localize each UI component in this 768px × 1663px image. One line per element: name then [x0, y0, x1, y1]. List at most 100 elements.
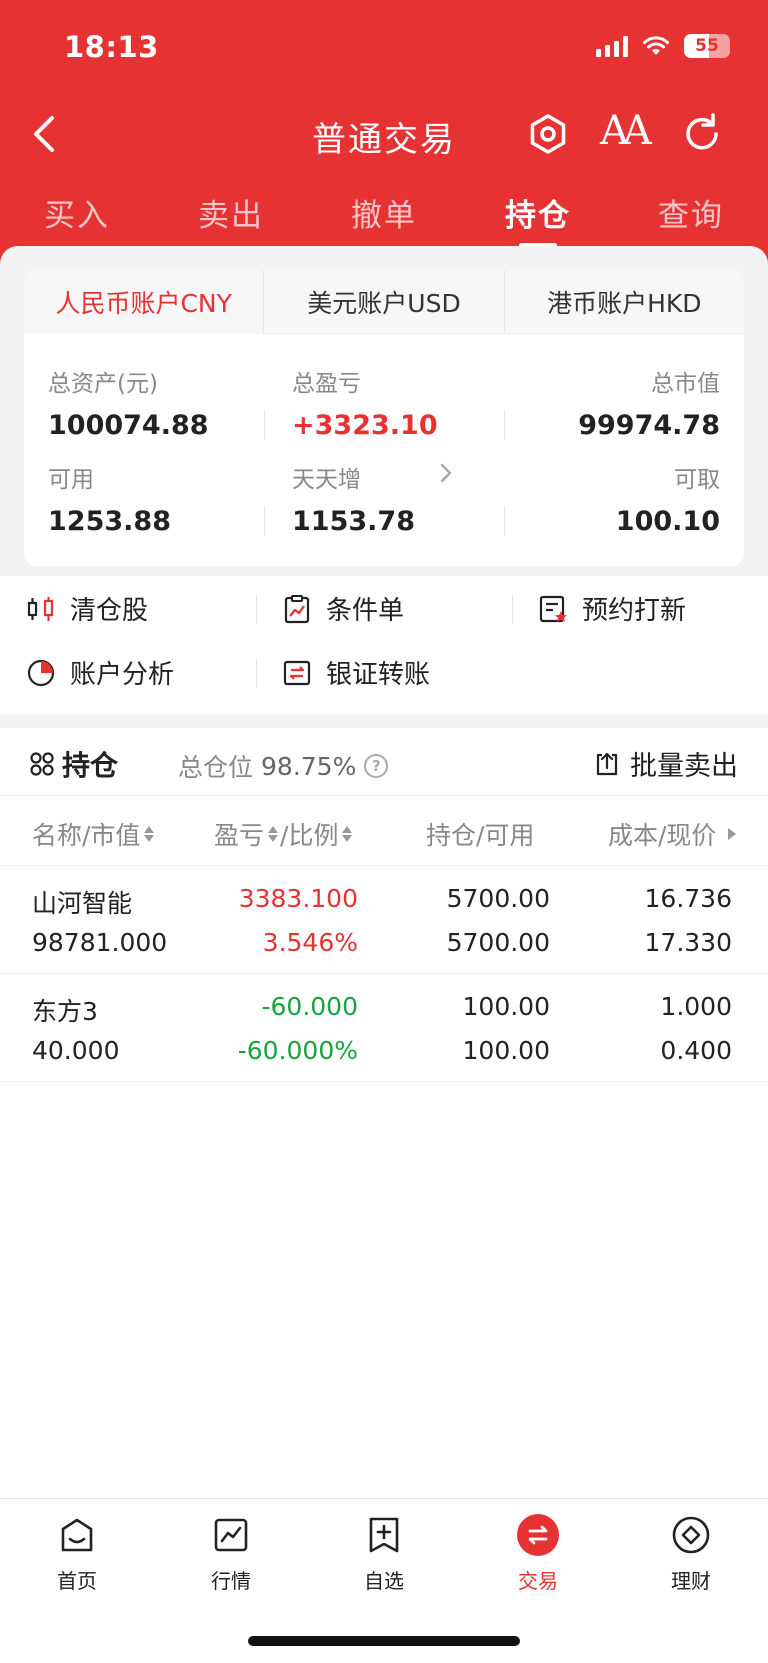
divider: [264, 410, 265, 440]
market-chart-icon: [214, 1518, 248, 1552]
bank-transfer-label: 银证转账: [326, 660, 431, 690]
position-ratio: 总仓位 98.75% ?: [178, 748, 389, 784]
table-row[interactable]: 东方3 40.000 -60.000 -60.000% 100.00 100.0…: [0, 974, 768, 1082]
divider: [504, 506, 505, 536]
tab-sell[interactable]: 卖出: [154, 190, 308, 235]
tab-account-cny[interactable]: 人民币账户CNY: [24, 270, 264, 334]
trade-icon: [517, 1514, 559, 1556]
nav-wealth[interactable]: 理财: [614, 1513, 768, 1594]
nav-trade[interactable]: 交易: [461, 1513, 615, 1594]
col-name-label: 名称/市值: [32, 821, 141, 850]
battery-level: 55: [695, 36, 719, 56]
nav-watchlist[interactable]: 自选: [307, 1513, 461, 1594]
account-analysis-button[interactable]: 账户分析: [26, 654, 174, 691]
stock-available: 100.00: [462, 1036, 550, 1065]
col-ratio-label: /比例: [280, 821, 339, 850]
refresh-icon[interactable]: [680, 112, 724, 156]
stock-price: 17.330: [644, 928, 732, 957]
home-icon: [61, 1518, 93, 1552]
home-indicator: [248, 1636, 520, 1646]
nav-market[interactable]: 行情: [154, 1513, 308, 1594]
stock-market-value: 98781.000: [32, 928, 168, 957]
stock-market-value: 40.000: [32, 1036, 120, 1065]
col-name-value[interactable]: 名称/市值: [32, 816, 155, 852]
sort-icon: [268, 826, 279, 842]
nav-market-label: 行情: [211, 1569, 251, 1593]
divider: [256, 660, 257, 688]
col-pl-label: 盈亏: [214, 821, 265, 850]
sort-icon: [342, 826, 353, 842]
hexagon-settings-icon[interactable]: [526, 112, 570, 156]
condition-order-label: 条件单: [326, 596, 405, 626]
ipo-reserve-button[interactable]: 预约打新: [538, 590, 686, 627]
account-analysis-label: 账户分析: [70, 660, 175, 690]
holdings-header: 持仓 总仓位 98.75% ? 批量卖出: [0, 728, 768, 796]
cell-signal-icon: [596, 35, 628, 57]
stock-pl: 3383.100: [238, 884, 358, 913]
chevron-right-icon: [440, 463, 452, 483]
nav-trade-label: 交易: [518, 1569, 558, 1593]
tiantianzeng-label: 天天增: [292, 467, 361, 493]
total-assets: 总资产(元) 100074.88: [48, 364, 288, 441]
withdrawable-value: 100.10: [615, 506, 720, 537]
stock-pl-ratio: -60.000%: [237, 1036, 358, 1065]
stock-pl-ratio: 3.546%: [262, 928, 358, 957]
available-value: 1253.88: [48, 506, 171, 537]
table-row[interactable]: 山河智能 98781.000 3383.100 3.546% 5700.00 5…: [0, 866, 768, 974]
available-label: 可用: [48, 467, 94, 493]
col-position: 持仓/可用: [426, 821, 535, 850]
nav-watchlist-label: 自选: [364, 1569, 404, 1593]
tab-holdings[interactable]: 持仓: [461, 190, 615, 248]
account-summary: 总资产(元) 100074.88 总盈亏 +3323.10 总市值 99974.…: [24, 334, 744, 566]
font-size-icon[interactable]: AA: [600, 108, 652, 154]
tab-account-usd[interactable]: 美元账户USD: [263, 270, 504, 334]
market-value-value: 99974.78: [578, 410, 720, 441]
condition-order-button[interactable]: 条件单: [282, 590, 404, 627]
function-grid: 清仓股 条件单 预约打新 账户分析 银证转账: [0, 576, 768, 714]
watchlist-add-icon: [369, 1517, 399, 1553]
tab-query[interactable]: 查询: [614, 190, 768, 235]
table-header: 名称/市值 盈亏 /比例 持仓/可用 成本/现价: [0, 796, 768, 866]
market-value-label: 总市值: [651, 371, 720, 397]
nav-wealth-label: 理财: [671, 1569, 711, 1593]
available: 可用 1253.88: [48, 460, 288, 537]
clear-stock-button[interactable]: 清仓股: [26, 590, 148, 627]
position-ratio-value: 98.75%: [261, 751, 357, 781]
position-ratio-label: 总仓位: [178, 753, 254, 782]
page-title: 普通交易: [312, 120, 456, 160]
holdings-title: 持仓: [28, 744, 118, 784]
tab-account-hkd[interactable]: 港币账户HKD: [503, 270, 744, 334]
stock-cost: 16.736: [644, 884, 732, 913]
nav-home[interactable]: 首页: [0, 1513, 154, 1594]
batch-sell-button[interactable]: 批量卖出: [594, 744, 738, 783]
condition-order-icon: [284, 594, 310, 623]
account-tabs: 人民币账户CNY 美元账户USD 港币账户HKD: [24, 270, 744, 334]
total-assets-label: 总资产(元): [48, 371, 158, 397]
main-tabs: 买入 卖出 撤单 持仓 查询: [0, 190, 768, 248]
tab-buy[interactable]: 买入: [0, 190, 154, 235]
col-cost-label: 成本/现价: [608, 821, 717, 850]
header: 18:13 55 普通交易 AA 买入 卖出 撤单 持仓 查询: [0, 0, 768, 270]
col-pl-ratio[interactable]: 盈亏 /比例: [214, 816, 353, 852]
clear-stock-label: 清仓股: [70, 596, 149, 626]
sort-icon: [144, 826, 155, 842]
stock-position: 5700.00: [446, 884, 550, 913]
bank-transfer-button[interactable]: 银证转账: [282, 654, 430, 691]
divider: [256, 596, 257, 624]
transfer-icon: [283, 660, 311, 685]
stock-cost: 1.000: [660, 992, 732, 1021]
withdrawable: 可取 100.10: [480, 460, 720, 537]
total-assets-value: 100074.88: [48, 410, 209, 441]
help-icon[interactable]: ?: [364, 754, 389, 778]
battery-icon: 55: [684, 34, 730, 58]
market-value: 总市值 99974.78: [480, 364, 720, 441]
status-time: 18:13: [64, 30, 159, 64]
col-cost-price[interactable]: 成本/现价: [608, 816, 737, 852]
grid-menu-icon: [30, 752, 54, 776]
stock-pl: -60.000: [261, 992, 359, 1021]
divider: [264, 506, 265, 536]
nav-home-label: 首页: [57, 1569, 97, 1593]
tab-cancel[interactable]: 撤单: [307, 190, 461, 235]
stock-position: 100.00: [462, 992, 550, 1021]
stock-name: 东方3: [32, 997, 98, 1026]
